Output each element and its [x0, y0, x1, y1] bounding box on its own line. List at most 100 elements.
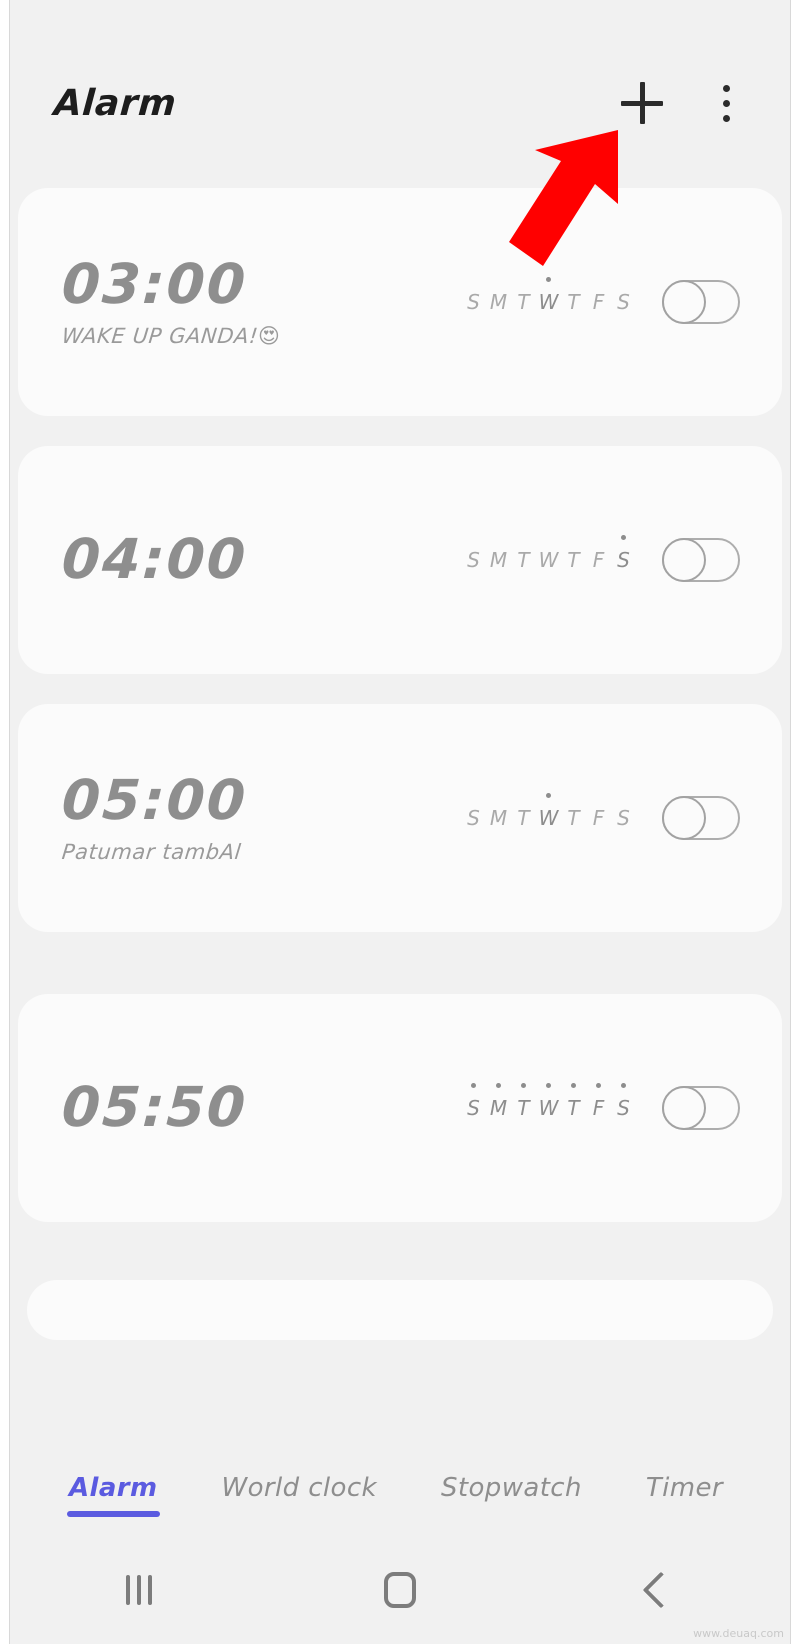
alarm-label: Patumar tambAl: [60, 839, 243, 864]
day-saturday[interactable]: S: [611, 535, 636, 572]
device-right-edge: [791, 0, 800, 1644]
alarm-item[interactable]: 04:00 S M T W T F S: [18, 446, 782, 674]
day-tuesday[interactable]: T: [511, 1083, 536, 1120]
alarm-label: WAKE UP GANDA!😍: [61, 324, 444, 348]
alarm-info: 05:50: [18, 1075, 442, 1140]
bottom-tab-bar[interactable]: Alarm World clock Stopwatch Timer: [9, 1440, 791, 1536]
tab-alarm[interactable]: Alarm: [67, 1473, 160, 1517]
alarm-time: 03:00: [60, 252, 249, 317]
day-letter: S: [467, 1096, 480, 1120]
recents-bar: [148, 1575, 153, 1605]
app-header: Alarm: [9, 38, 791, 168]
recents-bar: [137, 1575, 142, 1605]
day-selector[interactable]: S M T W T F S: [461, 277, 636, 314]
day-friday[interactable]: F: [586, 1083, 611, 1120]
device-left-border: [9, 0, 10, 1644]
day-monday[interactable]: M: [486, 290, 511, 314]
tab-active-underline: [67, 1511, 160, 1517]
more-options-button[interactable]: [709, 80, 743, 126]
day-friday[interactable]: F: [586, 290, 611, 314]
tab-alarm-label: Alarm: [69, 1473, 158, 1503]
day-selected-dot: [621, 1083, 626, 1088]
tab-stopwatch-label: Stopwatch: [440, 1473, 582, 1503]
day-letter: F: [592, 1096, 605, 1120]
alarm-time: 05:50: [60, 1075, 249, 1140]
day-selected-dot: [521, 1083, 526, 1088]
day-saturday[interactable]: S: [611, 290, 636, 314]
home-button[interactable]: [270, 1536, 531, 1644]
alarm-item[interactable]: 05:50 S M T W T F S: [18, 994, 782, 1222]
alarm-list[interactable]: 03:00 WAKE UP GANDA!😍 S M T W T F S 04:0…: [9, 168, 791, 1644]
day-wednesday[interactable]: W: [536, 548, 561, 572]
alarm-toggle[interactable]: [662, 538, 740, 582]
toggle-knob: [662, 538, 706, 582]
day-monday[interactable]: M: [486, 806, 511, 830]
day-saturday[interactable]: S: [611, 806, 636, 830]
alarm-info: 05:00 Patumar tambAl: [18, 768, 442, 864]
day-letter: W: [538, 290, 559, 314]
day-sunday[interactable]: S: [461, 548, 486, 572]
day-thursday[interactable]: T: [561, 806, 586, 830]
day-tuesday[interactable]: T: [511, 548, 536, 572]
alarm-label-text: WAKE UP GANDA!: [60, 323, 260, 348]
day-sunday[interactable]: S: [461, 806, 486, 830]
day-wednesday[interactable]: W: [536, 277, 561, 314]
kebab-dot: [722, 99, 730, 107]
toggle-knob: [662, 796, 706, 840]
alarm-controls: S M T W T F S: [461, 1083, 782, 1130]
alarm-time: 04:00: [60, 527, 249, 592]
day-selected-dot: [546, 1083, 551, 1088]
day-wednesday[interactable]: W: [536, 1083, 561, 1120]
day-letter: M: [489, 1096, 508, 1120]
kebab-dot: [722, 84, 730, 92]
day-monday[interactable]: M: [486, 548, 511, 572]
day-tuesday[interactable]: T: [511, 806, 536, 830]
day-selected-dot: [571, 1083, 576, 1088]
day-selected-dot: [621, 535, 626, 540]
day-selector[interactable]: S M T W T F S: [461, 1083, 636, 1120]
add-alarm-button[interactable]: [619, 80, 665, 126]
day-selected-dot: [596, 1083, 601, 1088]
header-actions: [619, 80, 743, 126]
day-selected-dot: [496, 1083, 501, 1088]
alarm-toggle[interactable]: [662, 1086, 740, 1130]
day-selector[interactable]: S M T W T F S: [461, 793, 636, 830]
device-left-edge: [0, 0, 9, 1644]
alarm-toggle[interactable]: [662, 280, 740, 324]
watermark: www.deuaq.com: [693, 1627, 784, 1640]
recents-button[interactable]: [9, 1536, 270, 1644]
tab-stopwatch[interactable]: Stopwatch: [441, 1473, 582, 1503]
android-navigation-bar[interactable]: [9, 1536, 791, 1644]
page-title: Alarm: [52, 82, 178, 124]
day-letter: T: [517, 1096, 530, 1120]
day-selector[interactable]: S M T W T F S: [461, 535, 636, 572]
back-icon: [642, 1571, 680, 1609]
alarm-controls: S M T W T F S: [461, 793, 782, 840]
day-friday[interactable]: F: [586, 806, 611, 830]
day-tuesday[interactable]: T: [511, 290, 536, 314]
status-bar: [9, 0, 791, 38]
alarm-item-partial[interactable]: [27, 1280, 773, 1340]
day-selected-dot: [546, 793, 551, 798]
alarm-info: 03:00 WAKE UP GANDA!😍: [18, 252, 444, 348]
recents-icon: [126, 1575, 153, 1605]
alarm-toggle[interactable]: [662, 796, 740, 840]
day-sunday[interactable]: S: [461, 1083, 486, 1120]
day-friday[interactable]: F: [586, 548, 611, 572]
toggle-knob: [662, 280, 706, 324]
day-monday[interactable]: M: [486, 1083, 511, 1120]
tab-world-clock[interactable]: World clock: [222, 1473, 377, 1503]
day-thursday[interactable]: T: [561, 290, 586, 314]
day-letter: W: [538, 1096, 559, 1120]
day-selected-dot: [471, 1083, 476, 1088]
tab-timer[interactable]: Timer: [646, 1473, 723, 1503]
day-wednesday[interactable]: W: [536, 793, 561, 830]
alarm-item[interactable]: 05:00 Patumar tambAl S M T W T F S: [18, 704, 782, 932]
day-sunday[interactable]: S: [461, 290, 486, 314]
alarm-time: 05:00: [60, 768, 249, 833]
day-saturday[interactable]: S: [611, 1083, 636, 1120]
day-thursday[interactable]: T: [561, 548, 586, 572]
day-thursday[interactable]: T: [561, 1083, 586, 1120]
alarm-item[interactable]: 03:00 WAKE UP GANDA!😍 S M T W T F S: [18, 188, 782, 416]
home-icon: [384, 1572, 416, 1608]
